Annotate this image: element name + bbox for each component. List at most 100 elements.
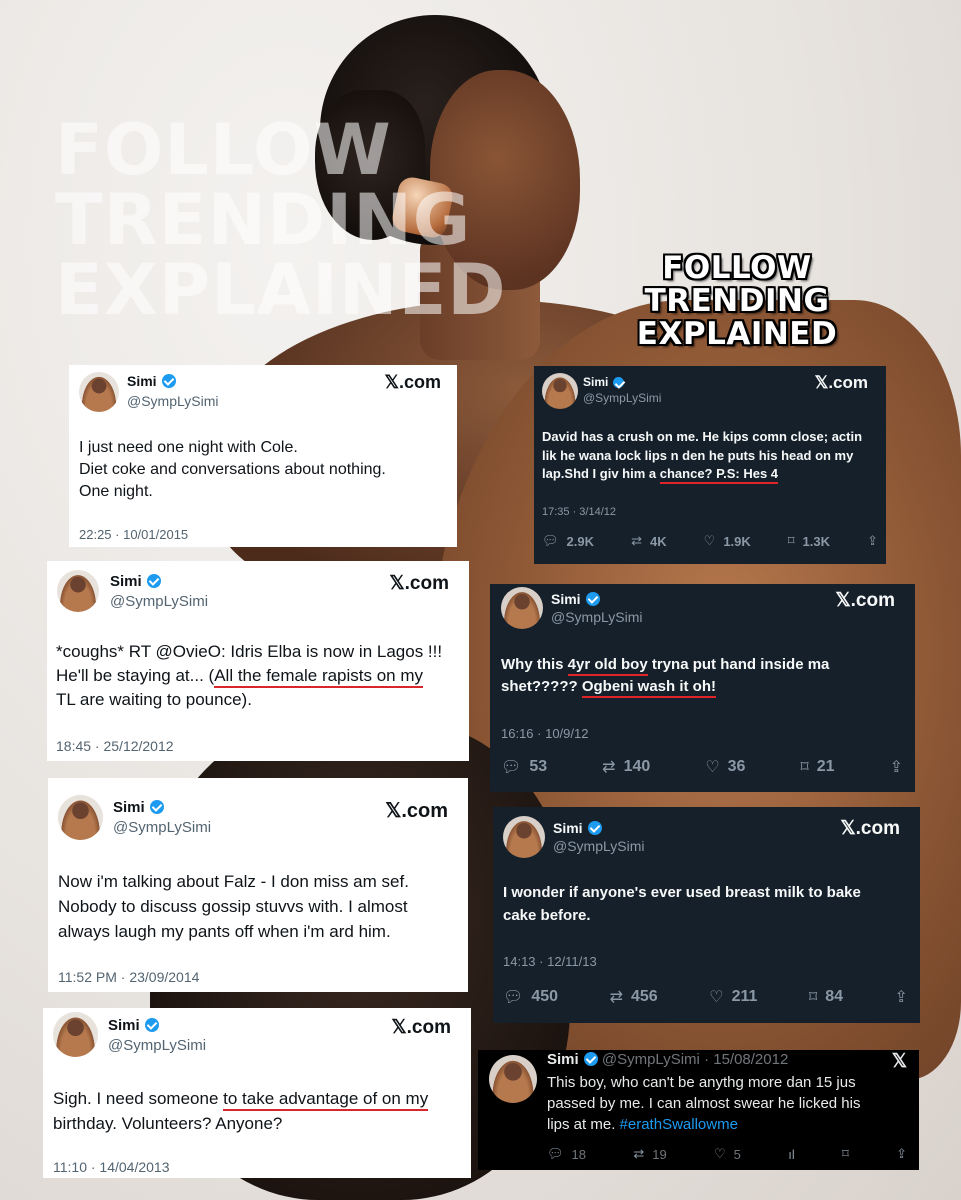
avatar[interactable] [542, 373, 578, 409]
tweet-text: David has a crush on me. He kips comn cl… [542, 428, 862, 484]
tweet-text: Sigh. I need someone to take advantage o… [53, 1089, 429, 1133]
brand-line2: TRENDING [644, 283, 830, 319]
author-handle[interactable]: @SympLySimi [553, 838, 645, 854]
repost-button[interactable]: ⇄ 456 [610, 987, 658, 1007]
x-logo-source: 𝕏.com [391, 1017, 451, 1038]
watermark-text: FOLLOW TRENDING EXPLAINED [55, 115, 506, 325]
like-button[interactable]: ♡ 1.9K [704, 533, 751, 549]
verified-badge-icon [613, 377, 625, 388]
timestamp[interactable]: 11:10 · 14/04/2013 [53, 1159, 170, 1175]
brand-line1: FOLLOW [662, 250, 812, 286]
avatar[interactable] [489, 1055, 537, 1103]
bookmark-icon: ⌑ [808, 989, 818, 1006]
author-name[interactable]: Simi [127, 373, 176, 389]
repost-button[interactable]: ⇄ 19 [633, 1146, 666, 1162]
share-icon: ⇪ [896, 1146, 907, 1161]
timestamp[interactable]: 22:25 · 10/01/2015 [79, 527, 188, 542]
like-button[interactable]: ♡ 5 [714, 1146, 741, 1162]
author-name[interactable]: Simi [551, 591, 600, 607]
tweet-card-birthday[interactable]: Simi @SympLySimi 𝕏.com Sigh. I need some… [43, 1008, 471, 1178]
bookmark-icon: ⌑ [842, 1146, 849, 1161]
author-name[interactable]: Simi [547, 1051, 579, 1068]
reply-button[interactable]: 💬︎ 2.9K [542, 533, 594, 549]
avatar[interactable] [503, 816, 545, 858]
tweet-card-cole[interactable]: Simi @SympLySimi 𝕏.com I just need one n… [69, 365, 457, 547]
verified-badge-icon [583, 1052, 598, 1066]
bookmark-button[interactable]: ⌑ 1.3K [788, 533, 830, 549]
reply-icon: 💬︎ [501, 759, 522, 776]
avatar[interactable] [79, 372, 119, 412]
share-icon: ⇪ [894, 989, 908, 1006]
repost-button[interactable]: ⇄ 4K [631, 533, 667, 549]
x-logo-source: 𝕏 [891, 1051, 907, 1072]
author-handle[interactable]: @SympLySimi [110, 593, 208, 610]
tweet-text: Why this 4yr old boy tryna put hand insi… [501, 654, 829, 698]
author-handle[interactable]: @SympLySimi [108, 1037, 206, 1054]
share-button[interactable]: ⇪ [867, 533, 878, 549]
bookmark-button[interactable]: ⌑ [842, 1146, 849, 1162]
verified-badge-icon [146, 574, 161, 588]
bookmark-button[interactable]: ⌑ 21 [801, 757, 835, 777]
tweet-card-idris[interactable]: Simi @SympLySimi 𝕏.com *coughs* RT @Ovie… [47, 561, 469, 761]
bookmark-icon: ⌑ [800, 759, 809, 776]
share-icon: ⇪ [889, 759, 903, 776]
reply-button[interactable]: 💬︎ 450 [503, 987, 558, 1007]
like-button[interactable]: ♡ 36 [705, 757, 745, 777]
timestamp[interactable]: 16:16 · 10/9/12 [501, 726, 588, 741]
author-name[interactable]: Simi [108, 1017, 159, 1034]
bookmark-icon: ⌑ [787, 533, 795, 548]
brand-logo-text: FOLLOW TRENDING EXPLAINED [612, 252, 862, 351]
repost-button[interactable]: ⇄ 140 [602, 757, 650, 777]
timestamp[interactable]: 18:45 · 25/12/2012 [56, 738, 174, 754]
timestamp[interactable]: 17:35 · 3/14/12 [542, 506, 616, 518]
repost-icon: ⇄ [602, 759, 616, 776]
author-name[interactable]: Simi [553, 820, 602, 836]
avatar[interactable] [53, 1012, 98, 1057]
watermark-line2: TRENDING [55, 179, 472, 261]
author-handle[interactable]: @SympLySimi [602, 1051, 700, 1068]
tweet-text: This boy, who can't be anythg more dan 1… [547, 1074, 861, 1133]
verified-badge-icon [585, 592, 600, 606]
share-icon: ⇪ [867, 533, 878, 548]
verified-badge-icon [144, 1018, 159, 1032]
share-button[interactable]: ⇪ [895, 987, 908, 1007]
tweet-card-4yr[interactable]: Simi @SympLySimi 𝕏.com Why this 4yr old … [490, 584, 915, 792]
hashtag-link[interactable]: #erathSwallowme [620, 1116, 738, 1133]
avatar[interactable] [57, 570, 99, 612]
reply-icon: 💬︎ [547, 1146, 564, 1161]
author-handle[interactable]: @SympLySimi [113, 819, 211, 836]
reply-icon: 💬︎ [503, 989, 524, 1006]
bookmark-button[interactable]: ⌑ 84 [809, 987, 843, 1007]
tweet-text: I wonder if anyone's ever used breast mi… [503, 884, 861, 924]
underlined-phrase: All the female rapists on my [214, 666, 424, 688]
tweet-card-boy[interactable]: Simi @SympLySimi · 15/08/2012 𝕏 This boy… [478, 1050, 919, 1170]
tweet-date[interactable]: · 15/08/2012 [704, 1051, 788, 1068]
avatar[interactable] [501, 587, 543, 629]
timestamp[interactable]: 14:13 · 12/11/13 [503, 954, 597, 969]
author-handle[interactable]: @SympLySimi [583, 391, 661, 405]
author-name[interactable]: Simi [113, 799, 164, 816]
author-handle[interactable]: @SympLySimi [127, 393, 219, 409]
author-handle[interactable]: @SympLySimi [551, 609, 643, 625]
tweet-card-falz[interactable]: Simi @SympLySimi 𝕏.com Now i'm talking a… [48, 778, 468, 992]
tweet-card-david[interactable]: Simi @SympLySimi 𝕏.com David has a crush… [534, 366, 886, 564]
brand-line3: EXPLAINED [636, 316, 838, 352]
views-button[interactable]: ıl [788, 1147, 795, 1162]
underlined-phrase: 4yr old boy [567, 656, 648, 676]
action-bar: 💬︎ 450 ⇄ 456 ♡ 211 ⌑ 84 ⇪ [503, 987, 908, 1007]
views-icon: ıl [788, 1146, 795, 1162]
author-name[interactable]: Simi [583, 375, 625, 389]
share-button[interactable]: ⇪ [890, 757, 903, 777]
tweet-card-breastmilk[interactable]: Simi @SympLySimi 𝕏.com I wonder if anyon… [493, 807, 920, 1023]
share-button[interactable]: ⇪ [896, 1146, 907, 1162]
heart-icon: ♡ [714, 1146, 726, 1161]
heart-icon: ♡ [709, 989, 724, 1006]
watermark-line3: EXPLAINED [55, 249, 507, 331]
like-button[interactable]: ♡ 211 [709, 987, 757, 1007]
reply-button[interactable]: 💬︎ 53 [501, 757, 547, 777]
avatar[interactable] [58, 795, 103, 840]
author-name[interactable]: Simi [110, 573, 161, 590]
reply-button[interactable]: 💬︎ 18 [547, 1146, 586, 1162]
timestamp[interactable]: 11:52 PM · 23/09/2014 [58, 969, 199, 985]
watermark-line1: FOLLOW [55, 109, 392, 191]
